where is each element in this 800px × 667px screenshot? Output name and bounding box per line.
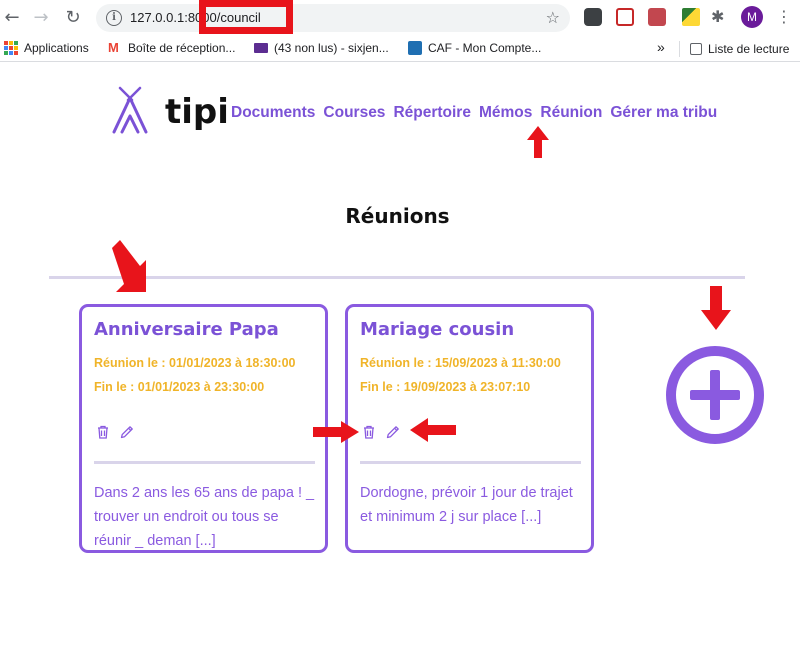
nav-documents[interactable]: Documents <box>231 104 315 122</box>
meeting-description: Dans 2 ans les 65 ans de papa ! _ trouve… <box>94 485 315 549</box>
browser-menu-icon[interactable]: ⋮ <box>776 8 792 26</box>
apps-grid-icon <box>4 41 18 55</box>
bookmark-divider <box>679 41 680 57</box>
reading-list-label: Liste de lecture <box>708 42 790 56</box>
bookmark-label: Applications <box>24 41 89 55</box>
meeting-dates: Réunion le : 15/09/2023 à 11:30:00 Fin l… <box>360 356 561 394</box>
annotation-arrow-right-icon <box>313 421 359 443</box>
reload-icon[interactable]: ↻ <box>63 8 83 28</box>
annotation-arrow-up-icon <box>527 126 549 158</box>
site-nav: Documents Courses Répertoire Mémos Réuni… <box>231 104 717 122</box>
bookmark-label: Boîte de réception... <box>128 41 236 55</box>
meeting-card[interactable]: Anniversaire Papa Réunion le : 01/01/202… <box>79 304 328 553</box>
bookmark-caf[interactable]: CAF - Mon Compte... <box>408 41 541 55</box>
pencil-icon[interactable] <box>385 424 401 440</box>
meeting-card[interactable]: Mariage cousin Réunion le : 15/09/2023 à… <box>345 304 594 553</box>
reading-list-icon <box>690 43 702 55</box>
forward-arrow-icon[interactable]: → <box>31 8 51 28</box>
bookmark-label: CAF - Mon Compte... <box>428 41 542 55</box>
meeting-title[interactable]: Mariage cousin <box>360 319 514 340</box>
address-bar[interactable]: i 127.0.0.1:8000/council ☆ <box>96 4 570 32</box>
nav-courses[interactable]: Courses <box>323 104 385 122</box>
nav-repertoire[interactable]: Répertoire <box>393 104 471 122</box>
reading-list-button[interactable]: Liste de lecture <box>679 41 789 57</box>
meeting-actions <box>95 424 135 440</box>
site-logo-text[interactable]: tipi <box>165 92 229 132</box>
puzzle-extensions-icon[interactable]: ✱ <box>711 8 729 26</box>
extension-icon[interactable] <box>584 8 602 26</box>
site-info-icon[interactable]: i <box>106 10 122 26</box>
meeting-actions <box>361 424 401 440</box>
url-highlight-annotation <box>199 0 293 34</box>
caf-icon <box>408 41 422 55</box>
nav-reunion[interactable]: Réunion <box>540 104 602 122</box>
annotation-arrow-down-icon <box>112 240 146 292</box>
mail-envelope-icon <box>254 43 268 53</box>
more-bookmarks-chevron-icon[interactable]: » <box>657 39 665 55</box>
bookmark-label: (43 non lus) - sixjen... <box>274 41 389 55</box>
bookmark-gmail[interactable]: M Boîte de réception... <box>108 40 236 56</box>
bookmarks-bar: Applications M Boîte de réception... (43… <box>0 36 800 62</box>
meeting-description: Dordogne, prévoir 1 jour de trajet et mi… <box>360 485 573 525</box>
bookmark-mail[interactable]: (43 non lus) - sixjen... <box>254 41 389 55</box>
pocket-extension-icon[interactable] <box>616 8 634 26</box>
pencil-icon[interactable] <box>119 424 135 440</box>
trash-icon[interactable] <box>95 424 111 440</box>
card-divider <box>360 461 581 464</box>
meeting-title[interactable]: Anniversaire Papa <box>94 319 279 340</box>
back-arrow-icon[interactable]: ← <box>2 8 22 28</box>
extension-icon[interactable] <box>648 8 666 26</box>
gmail-icon: M <box>108 40 119 55</box>
add-meeting-plus-icon[interactable] <box>665 345 765 445</box>
nav-gerer-tribu[interactable]: Gérer ma tribu <box>610 104 717 122</box>
trash-icon[interactable] <box>361 424 377 440</box>
annotation-arrow-down-icon <box>701 286 731 330</box>
profile-avatar[interactable]: M <box>741 6 763 28</box>
bookmark-star-icon[interactable]: ☆ <box>546 8 560 27</box>
nav-memos[interactable]: Mémos <box>479 104 532 122</box>
eyedropper-extension-icon[interactable] <box>682 8 700 26</box>
page-title: Réunions <box>345 204 450 228</box>
meeting-dates: Réunion le : 01/01/2023 à 18:30:00 Fin l… <box>94 356 296 394</box>
browser-toolbar: ← → ↻ i 127.0.0.1:8000/council ☆ ✱ M ⋮ <box>0 0 800 36</box>
bookmark-applications[interactable]: Applications <box>4 41 89 55</box>
card-divider <box>94 461 315 464</box>
title-divider <box>49 276 745 279</box>
annotation-arrow-left-icon <box>410 418 456 442</box>
